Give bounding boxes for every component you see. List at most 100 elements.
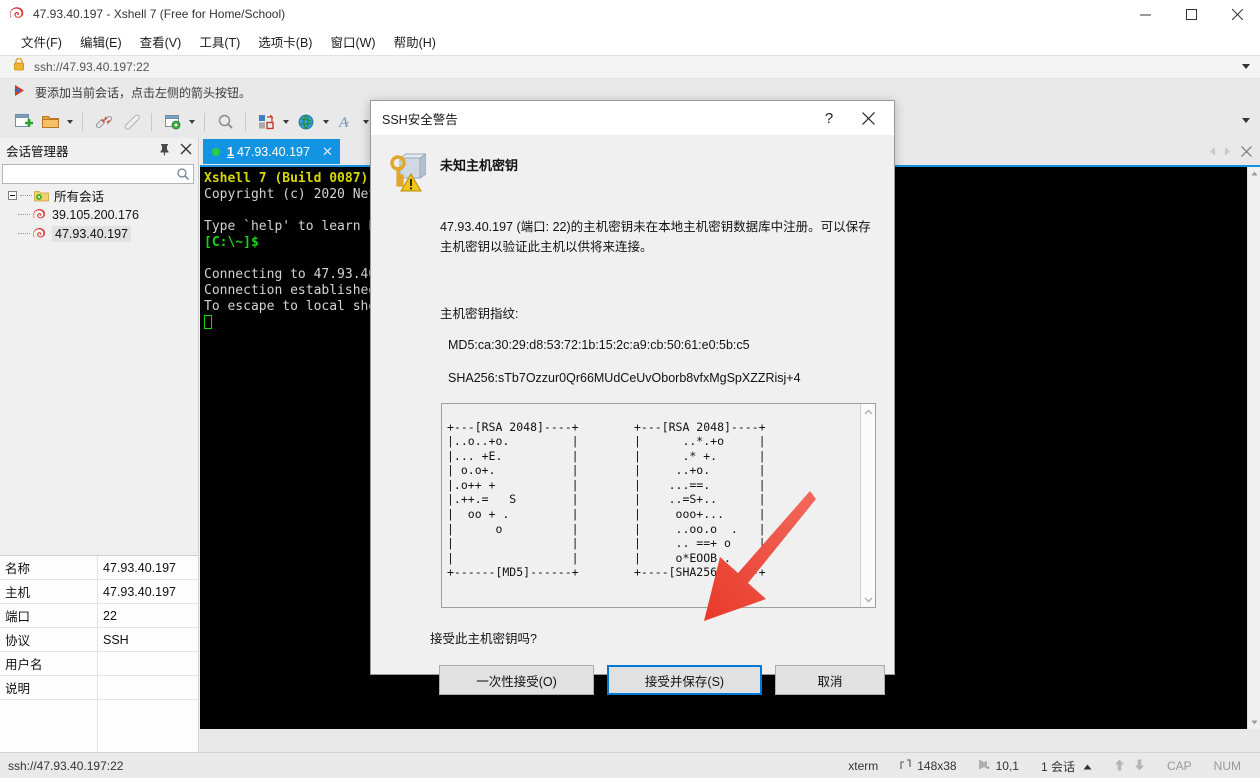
minimize-button[interactable] [1122,0,1168,28]
status-terminal-type[interactable]: xterm [837,759,889,773]
magnifier-icon[interactable] [213,109,239,135]
ssh-security-warning-dialog: SSH安全警告 ? 未知主机密钥 47.93.40.197 (端口: 22)的主… [370,100,895,695]
menu-bar: 文件(F) 编辑(E) 查看(V) 工具(T) 选项卡(B) 窗口(W) 帮助(… [0,28,1260,55]
cancel-button[interactable]: 取消 [775,665,885,695]
tab-scroll-controls [1208,144,1232,162]
menu-view[interactable]: 查看(V) [131,28,191,55]
property-key: 主机 [0,580,98,603]
status-sessions: 1 会话 [1040,759,1075,774]
reconnect-button[interactable] [119,109,145,135]
globe-dropdown[interactable] [320,109,332,135]
tab-session-1[interactable]: 1 47.93.40.197 ✕ [203,139,340,164]
menu-file[interactable]: 文件(F) [12,28,71,55]
new-session-button[interactable] [10,109,36,135]
terminal-line: Connection established. [204,283,385,298]
open-session-dropdown[interactable] [64,109,76,135]
lock-icon [13,57,25,76]
fingerprint-sha256: SHA256:sTb7Ozzur0Qr66MUdCeUvOborb8vfxMgS… [448,371,801,385]
layout-icon[interactable] [254,109,280,135]
download-arrow-icon [1134,759,1145,774]
tree-node-label: 所有会话 [54,190,105,204]
session-properties-dropdown[interactable] [186,109,198,135]
randomart-panel[interactable]: +---[RSA 2048]----+ |..o..+o. | |... +E.… [441,403,876,608]
layout-dropdown[interactable] [280,109,292,135]
font-a-icon[interactable]: A t [334,109,360,135]
svg-text:t: t [346,118,350,130]
property-value: 47.93.40.197 [98,580,198,603]
property-value [98,652,198,675]
tree-node-all-sessions[interactable]: 所有会话 [0,186,198,205]
pin-icon[interactable] [159,143,170,161]
dialog-question: 接受此主机密钥吗? [430,632,537,646]
tab-strip-close-icon[interactable] [1241,144,1252,162]
tab-number: 1 [227,144,234,159]
caret-up-icon[interactable] [1083,759,1092,773]
tree-connector [20,195,32,196]
session-properties-button[interactable] [160,109,186,135]
key-warning-icon [386,152,428,197]
chevron-down-icon[interactable] [1242,64,1250,69]
menu-tabs[interactable]: 选项卡(B) [249,28,321,55]
property-row: 说明 [0,676,198,700]
help-icon[interactable]: ? [812,101,846,135]
status-transfer-group [1103,759,1156,774]
close-icon[interactable]: ✕ [322,144,333,160]
search-input[interactable] [2,164,194,184]
disconnect-button[interactable] [91,109,117,135]
xshell-window: 47.93.40.197 - Xshell 7 (Free for Home/S… [0,0,1260,778]
expander-icon[interactable] [8,191,17,200]
dialog-close-button[interactable] [848,101,888,135]
session-manager-panel: 会话管理器 所有会话 39.105.200.176 47.93.40.197 名… [0,138,199,778]
address-bar[interactable]: ssh://47.93.40.197:22 [0,55,1260,79]
menu-tools[interactable]: 工具(T) [190,28,249,55]
fingerprint-label: 主机密钥指纹: [440,307,519,321]
close-icon[interactable] [180,142,192,160]
property-value: 47.93.40.197 [98,556,198,579]
chevron-right-icon[interactable] [1223,144,1232,162]
toolbar-overflow-icon[interactable] [1242,118,1250,123]
randomart-sha256: +---[RSA 2048]----+ | ..*.+o | | .* +. |… [634,419,766,580]
property-value: SSH [98,628,198,651]
accept-once-button[interactable]: 一次性接受(O) [439,665,594,695]
search-icon [176,167,190,186]
tree-connector [18,214,30,215]
chevron-left-icon[interactable] [1208,144,1217,162]
close-button[interactable] [1214,0,1260,28]
property-row: 用户名 [0,652,198,676]
cursor-icon [979,759,990,773]
menu-window[interactable]: 窗口(W) [321,28,384,55]
status-sessions-group[interactable]: 1 会话 [1030,758,1103,775]
terminal-vertical-scrollbar[interactable] [1247,167,1260,729]
chevron-up-icon[interactable] [1248,167,1260,180]
dialog-title-bar: SSH安全警告 ? [371,101,894,135]
tree-node-session-1[interactable]: 39.105.200.176 [0,205,198,224]
status-size-group: 148x38 [889,759,967,773]
terminal-line: Xshell 7 (Build 0087) [204,171,369,186]
menu-help[interactable]: 帮助(H) [385,28,445,55]
dialog-heading: 未知主机密钥 [440,158,519,173]
maximize-button[interactable] [1168,0,1214,28]
status-num: NUM [1213,759,1241,773]
status-url: ssh://47.93.40.197:22 [8,758,124,773]
menu-edit[interactable]: 编辑(E) [71,28,131,55]
status-size: 148x38 [917,759,957,773]
property-row: 协议 SSH [0,628,198,652]
randomart-scrollbar[interactable] [860,404,875,607]
chevron-down-icon[interactable] [861,592,876,607]
tree-node-label: 47.93.40.197 [52,225,131,242]
tree-node-session-2[interactable]: 47.93.40.197 [0,224,198,243]
status-bar: ssh://47.93.40.197:22 xterm 148x38 10,1 … [0,752,1260,778]
accept-and-save-button[interactable]: 接受并保存(S) [607,665,762,695]
terminal-line: To escape to local shell [204,299,392,314]
terminal-cursor [204,315,212,329]
property-key: 用户名 [0,652,98,675]
terminal-line: Type `help' to learn how [204,219,392,234]
property-key: 说明 [0,676,98,699]
window-title: 47.93.40.197 - Xshell 7 (Free for Home/S… [33,7,286,21]
chevron-down-icon[interactable] [1248,716,1260,729]
toolbar-separator [82,113,83,131]
randomart-content: +---[RSA 2048]----+ |..o..+o. | |... +E.… [442,404,860,607]
chevron-up-icon[interactable] [861,404,876,419]
globe-icon[interactable] [294,109,320,135]
open-session-button[interactable] [38,109,64,135]
